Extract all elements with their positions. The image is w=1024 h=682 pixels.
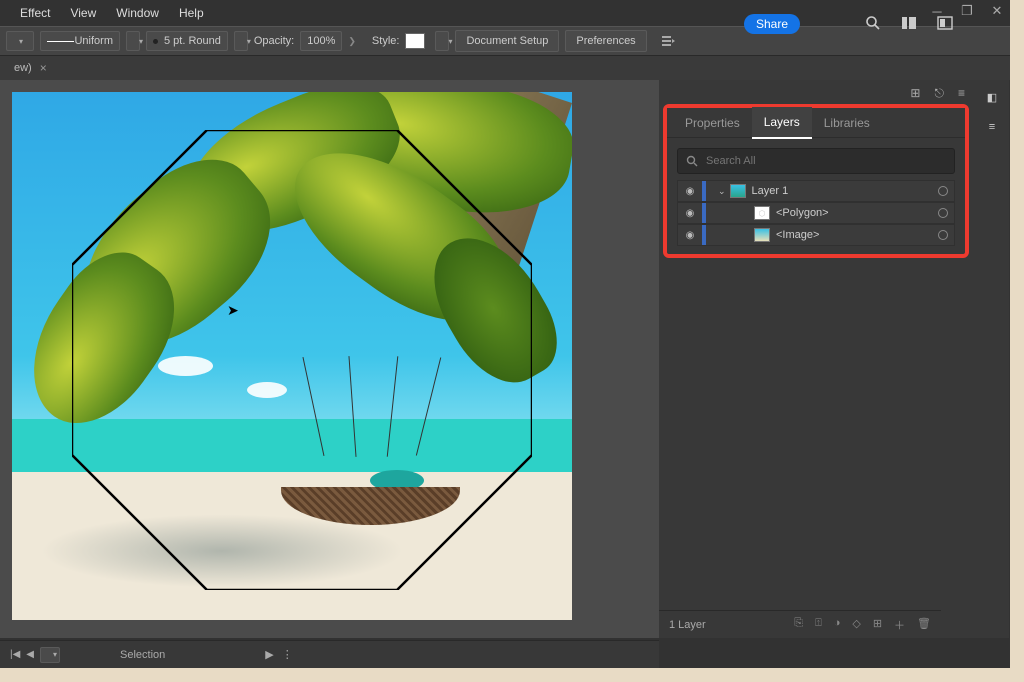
style-label: Style:: [372, 35, 400, 47]
layer-mask-icon[interactable]: ◑: [834, 617, 841, 633]
panel-align-icon[interactable]: ⊞: [910, 86, 920, 100]
window-controls: ─ ❐ ✕: [930, 4, 1004, 18]
layer-locate-icon[interactable]: ⎘: [794, 617, 803, 633]
layers-count: 1 Layer: [669, 619, 706, 631]
layer-row[interactable]: ◉ <Image>: [677, 224, 955, 246]
share-button[interactable]: Share: [744, 14, 800, 34]
layer-thumb: [754, 228, 770, 242]
layer-row[interactable]: ◉ ⬡ <Polygon>: [677, 202, 955, 224]
menu-window[interactable]: Window: [106, 6, 169, 20]
panel-tabs: Properties Layers Libraries: [667, 108, 965, 138]
brush-weight-label: 5 pt. Round: [164, 35, 221, 47]
layers-search[interactable]: [677, 148, 955, 174]
opacity-value[interactable]: 100%: [300, 31, 342, 51]
menu-effect[interactable]: Effect: [10, 6, 60, 20]
status-bar: |◀ ◀ Selection ▶ ⋮: [0, 640, 659, 668]
visibility-icon[interactable]: ◉: [678, 230, 702, 241]
first-artboard-icon[interactable]: |◀: [10, 649, 20, 660]
play-icon[interactable]: ▶: [265, 648, 273, 661]
stroke-preview[interactable]: Uniform: [40, 31, 120, 51]
opacity-label: Opacity:: [254, 35, 294, 47]
delete-layer-icon[interactable]: 🗑: [917, 617, 931, 633]
app-window: Effect View Window Help Share ─ ❐ ✕ Unif…: [0, 0, 1010, 668]
tab-libraries[interactable]: Libraries: [812, 108, 882, 138]
preferences-flyout-icon[interactable]: [659, 32, 677, 50]
artboard-select[interactable]: [40, 647, 60, 663]
layer-name[interactable]: Layer 1: [752, 185, 789, 197]
layers-search-input[interactable]: [706, 155, 946, 167]
target-icon[interactable]: [938, 230, 948, 240]
status-tool-label: Selection: [120, 649, 165, 661]
document-tabs: ew) ×: [0, 56, 1010, 80]
target-icon[interactable]: [938, 208, 948, 218]
collapsed-panel-strip: ◧ ≡: [975, 80, 1009, 638]
menu-view[interactable]: View: [60, 6, 106, 20]
layers-panel-highlight: Properties Layers Libraries ◉ ⌄: [663, 104, 969, 258]
brush-field[interactable]: 5 pt. Round: [146, 31, 228, 51]
profile-dropdown[interactable]: [6, 31, 34, 51]
placed-image[interactable]: [12, 92, 572, 620]
target-icon[interactable]: [938, 186, 948, 196]
search-icon: [686, 155, 698, 167]
panel-menu-icon[interactable]: ≡: [958, 86, 965, 100]
canvas-area[interactable]: ➤: [0, 80, 659, 638]
search-icon[interactable]: [864, 14, 882, 32]
layer-thumb: ⬡: [754, 206, 770, 220]
cursor-icon: ➤: [227, 302, 239, 319]
menu-help[interactable]: Help: [169, 6, 214, 20]
minimize-button[interactable]: ─: [930, 4, 944, 18]
strip-icon[interactable]: ◧: [983, 88, 1001, 106]
visibility-icon[interactable]: ◉: [678, 186, 702, 197]
style-swatch[interactable]: [405, 33, 425, 49]
stroke-style-dropdown[interactable]: [126, 31, 140, 51]
layer-row[interactable]: ◉ ⌄ Layer 1: [677, 180, 955, 202]
strip-icon[interactable]: ≡: [983, 118, 1001, 136]
layer-group-icon[interactable]: ◇: [852, 617, 860, 633]
brush-dropdown[interactable]: [234, 31, 248, 51]
right-panel-dock: ⊞ ⎋ ≡ Properties Layers Libraries: [659, 80, 1009, 638]
control-toolbar: Uniform 5 pt. Round Opacity: 100% ❯ Styl…: [0, 26, 1010, 56]
tab-properties[interactable]: Properties: [673, 108, 752, 138]
close-button[interactable]: ✕: [990, 4, 1004, 18]
artboard[interactable]: ➤: [12, 92, 572, 620]
maximize-button[interactable]: ❐: [960, 4, 974, 18]
workspace-icon[interactable]: [900, 14, 918, 32]
layer-export-icon[interactable]: ⍐: [815, 617, 822, 633]
preferences-button[interactable]: Preferences: [565, 30, 646, 52]
new-layer-icon[interactable]: ＋: [894, 617, 905, 633]
layer-name[interactable]: <Polygon>: [776, 207, 829, 219]
tab-layers[interactable]: Layers: [752, 107, 812, 139]
expand-icon[interactable]: ⌄: [718, 186, 726, 197]
menubar: Effect View Window Help: [0, 0, 1010, 26]
layers-panel-footer: 1 Layer ⎘ ⍐ ◑ ◇ ⊞ ＋ 🗑: [659, 610, 941, 638]
new-sublayer-icon[interactable]: ⊞: [873, 617, 882, 633]
layer-thumb: [730, 184, 746, 198]
panel-pathfinder-icon[interactable]: ⎋: [934, 86, 944, 101]
stroke-style-label: Uniform: [74, 35, 113, 47]
prev-artboard-icon[interactable]: ◀: [26, 649, 34, 660]
visibility-icon[interactable]: ◉: [678, 208, 702, 219]
style-dropdown[interactable]: [435, 31, 449, 51]
close-tab-icon[interactable]: ×: [40, 61, 47, 75]
play-more-icon[interactable]: ⋮: [282, 648, 293, 661]
document-tab[interactable]: ew) ×: [6, 61, 55, 75]
doc-setup-button[interactable]: Document Setup: [455, 30, 559, 52]
document-tab-label: ew): [14, 62, 32, 74]
layer-name[interactable]: <Image>: [776, 229, 819, 241]
opacity-arrow-icon[interactable]: ❯: [348, 36, 356, 47]
